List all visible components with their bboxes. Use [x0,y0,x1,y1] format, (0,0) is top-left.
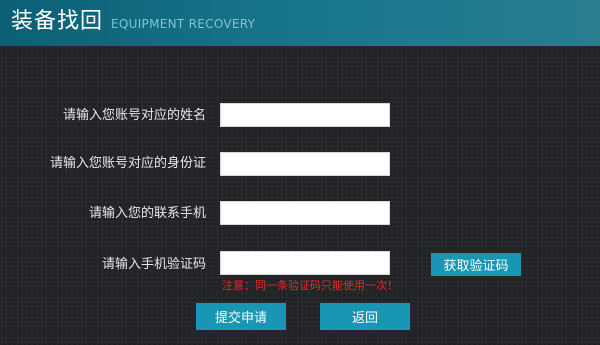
phone-label: 请输入您的联系手机 [88,206,206,221]
verification-code-label: 请输入手机验证码 [101,257,206,272]
phone-input[interactable] [220,201,390,225]
id-card-input[interactable] [220,152,390,176]
page-header: 装备找回 EQUIPMENT RECOVERY [0,0,600,46]
page-subtitle: EQUIPMENT RECOVERY [111,17,256,31]
submit-button[interactable]: 提交申请 [196,303,286,330]
page-title: 装备找回 [11,9,104,34]
back-button[interactable]: 返回 [320,303,410,330]
verification-code-input[interactable] [220,251,390,275]
code-usage-notice: 注意：同一条验证码只能使用一次！ [222,279,398,292]
get-code-button[interactable]: 获取验证码 [431,253,521,276]
id-card-label: 请输入您账号对应的身份证 [49,156,206,171]
name-label: 请输入您账号对应的姓名 [62,108,206,123]
name-input[interactable] [220,103,390,127]
